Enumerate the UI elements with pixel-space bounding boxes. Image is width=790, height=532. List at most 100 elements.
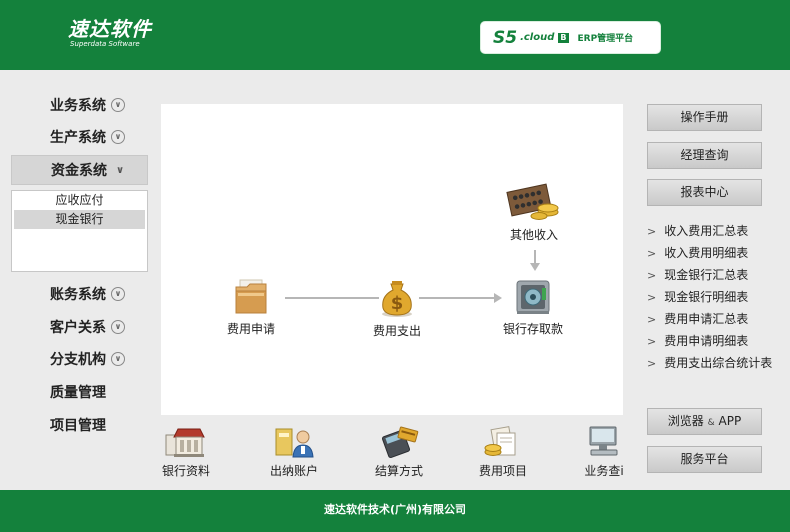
browser-app-button[interactable]: 浏览器 & APP	[647, 408, 762, 435]
quick-item-cashier-account[interactable]: 出纳账户	[270, 425, 318, 479]
service-platform-button[interactable]: 服务平台	[647, 446, 762, 473]
report-link[interactable]: > 费用申请汇总表	[647, 308, 772, 330]
report-link-label: 费用申请明细表	[664, 334, 749, 348]
report-link-label: 收入费用汇总表	[664, 224, 749, 238]
flow-node-label: 费用申请	[227, 322, 276, 336]
manager-query-button[interactable]: 经理查询	[647, 142, 762, 169]
report-link-label: 费用支出综合统计表	[664, 356, 773, 370]
quick-item-label: 出纳账户	[270, 464, 319, 478]
report-link[interactable]: > 费用支出综合统计表	[647, 352, 772, 374]
bank-icon	[165, 428, 205, 457]
report-link[interactable]: > 收入费用汇总表	[647, 220, 772, 242]
cashier-icon	[275, 428, 314, 458]
report-link-label: 现金银行明细表	[664, 290, 749, 304]
folder-icon	[235, 279, 267, 314]
report-link-label: 费用申请汇总表	[664, 312, 749, 326]
quick-item-label: 银行资料	[162, 464, 211, 478]
product-badge: S5 .cloud B ERP管理平台	[480, 21, 661, 54]
report-link-label: 收入费用明细表	[664, 246, 749, 260]
atm-icon	[516, 280, 550, 314]
expense-items-icon	[484, 426, 516, 456]
chevron-right-icon: >	[647, 313, 657, 326]
product-edition-badge: B	[558, 32, 569, 43]
card-terminal-icon	[381, 426, 419, 459]
nav-item-production[interactable]: 生产系统 ∨	[11, 122, 148, 152]
nav-item-label: 业务系统	[50, 98, 106, 114]
report-link[interactable]: > 费用申请明细表	[647, 330, 772, 352]
browser-app-label-b: APP	[718, 414, 742, 428]
chevron-right-icon: >	[647, 269, 657, 282]
quick-item-business-query[interactable]: 业务查i	[582, 425, 626, 479]
chevron-right-icon: >	[647, 291, 657, 304]
logo: 速达软件 Superdata Software	[68, 18, 152, 48]
quick-item-label: 结算方式	[375, 464, 424, 478]
quick-item-label: 费用项目	[479, 464, 528, 478]
product-tagline: ERP管理平台	[577, 34, 634, 44]
monitor-icon	[589, 426, 618, 456]
abacus-coins-icon	[506, 183, 559, 220]
flow-panel: 费用申请 $ 费用支出 银行存取款 其他收入	[161, 104, 623, 415]
nav-item-funds[interactable]: 资金系统 ∨	[11, 155, 148, 185]
flow-node-bank-deposit[interactable]: 银行存取款	[503, 278, 563, 337]
flow-node-label: 银行存取款	[503, 322, 564, 336]
flow-node-label: 其他收入	[509, 228, 558, 242]
report-link[interactable]: > 收入费用明细表	[647, 242, 772, 264]
chevron-right-icon: >	[647, 225, 657, 238]
manual-button[interactable]: 操作手册	[647, 104, 762, 131]
nav-item-label: 账务系统	[50, 287, 106, 303]
browser-app-label: 浏览器	[667, 414, 704, 428]
flow-arrow-line	[285, 297, 379, 299]
product-cloud: .cloud	[520, 32, 555, 43]
footer: 速达软件技术(广州)有限公司	[0, 490, 790, 532]
flow-arrow-line	[534, 250, 536, 264]
nav-item-label: 生产系统	[50, 130, 106, 146]
quick-item-bank-info[interactable]: 银行资料	[162, 425, 210, 479]
funds-submenu: 应收应付 现金银行	[11, 190, 148, 272]
browser-app-amp: &	[707, 418, 715, 428]
product-name: S5	[493, 27, 518, 48]
chevron-down-circle-icon: ∨	[111, 352, 125, 366]
footer-company: 速达软件技术(广州)有限公司	[323, 503, 467, 516]
chevron-down-circle-icon: ∨	[111, 130, 125, 144]
flow-arrow-head	[530, 263, 540, 271]
quick-item-expense-items[interactable]: 费用项目	[479, 425, 527, 479]
nav-item-crm[interactable]: 客户关系 ∨	[11, 312, 148, 342]
chevron-down-circle-icon: ∨	[111, 287, 125, 301]
nav-item-label: 项目管理	[50, 418, 106, 434]
report-list: > 收入费用汇总表 > 收入费用明细表 > 现金银行汇总表 > 现金银行明细表 > 费用申…	[647, 220, 772, 374]
nav-item-accounting[interactable]: 账务系统 ∨	[11, 279, 148, 309]
quick-item-label: 业务查i	[584, 464, 624, 478]
logo-text: 速达软件	[68, 17, 152, 41]
nav-item-branches[interactable]: 分支机构 ∨	[11, 344, 148, 374]
nav-item-label: 分支机构	[50, 352, 106, 368]
nav-item-label: 质量管理	[50, 385, 106, 401]
report-center-button[interactable]: 报表中心	[647, 179, 762, 206]
nav-item-projects[interactable]: 项目管理	[11, 410, 148, 440]
nav-item-quality[interactable]: 质量管理	[11, 377, 148, 407]
nav-item-business[interactable]: 业务系统 ∨	[11, 90, 148, 120]
chevron-down-icon: ∨	[116, 164, 125, 176]
chevron-down-circle-icon: ∨	[111, 98, 125, 112]
svg-text:$: $	[391, 293, 404, 314]
flow-node-label: 费用支出	[373, 324, 422, 338]
nav-item-label: 客户关系	[50, 320, 106, 336]
nav-item-label: 资金系统	[51, 163, 107, 179]
flow-node-expense-payout[interactable]: $ 费用支出	[373, 276, 421, 339]
submenu-item-receivables[interactable]: 应收应付	[12, 191, 147, 210]
report-link-label: 现金银行汇总表	[664, 268, 749, 282]
quick-item-settlement-method[interactable]: 结算方式	[375, 425, 423, 479]
report-link[interactable]: > 现金银行汇总表	[647, 264, 772, 286]
chevron-right-icon: >	[647, 335, 657, 348]
flow-node-expense-request[interactable]: 费用申请	[227, 278, 275, 337]
chevron-right-icon: >	[647, 357, 657, 370]
report-link[interactable]: > 现金银行明细表	[647, 286, 772, 308]
logo-subtitle: Superdata Software	[70, 40, 140, 48]
app-header: 速达软件 Superdata Software S5 .cloud B ERP管…	[0, 0, 790, 70]
chevron-right-icon: >	[647, 247, 657, 260]
money-bag-icon: $	[382, 281, 412, 317]
chevron-down-circle-icon: ∨	[111, 320, 125, 334]
flow-arrow-line	[419, 297, 495, 299]
flow-arrow-head	[494, 293, 502, 303]
submenu-item-cash-bank[interactable]: 现金银行	[14, 210, 145, 229]
flow-node-other-income[interactable]: 其他收入	[506, 182, 562, 243]
